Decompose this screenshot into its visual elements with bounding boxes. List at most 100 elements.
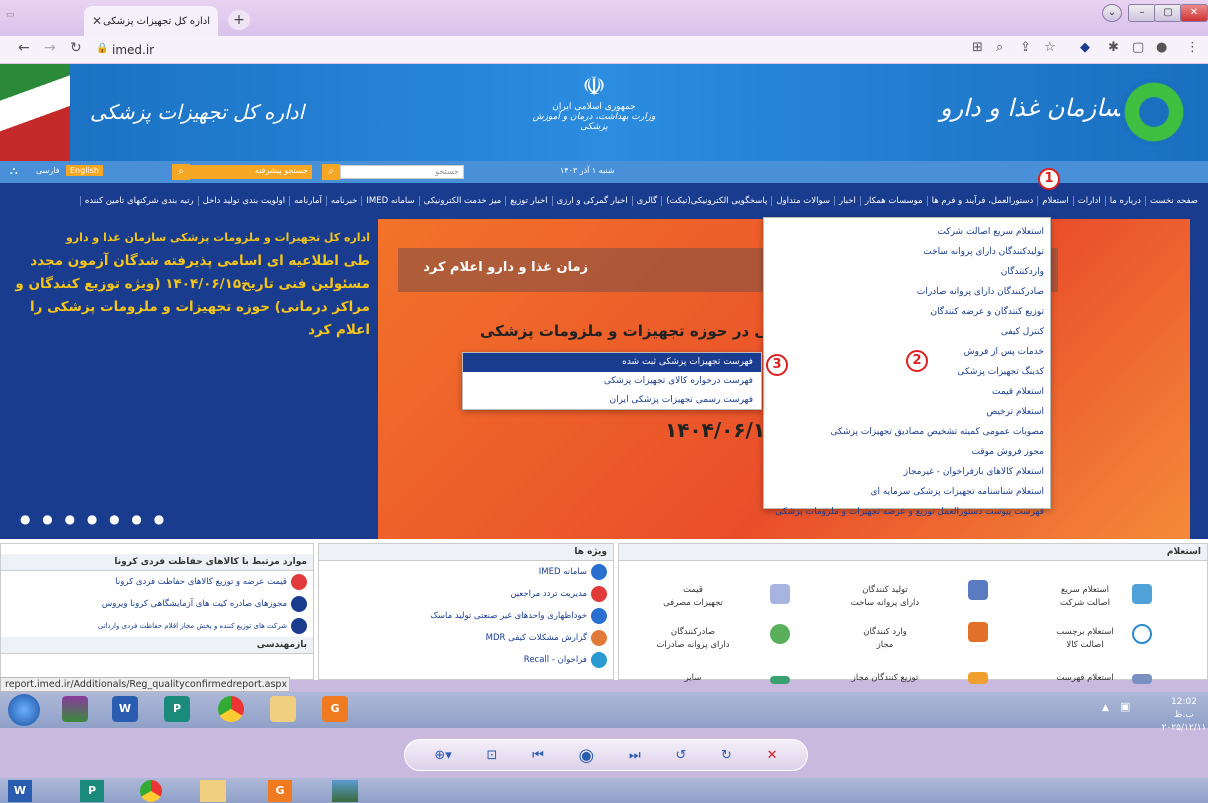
inquiry-cell[interactable]: استعلام فهرست (1040, 672, 1130, 685)
dropdown-item[interactable]: استعلام کالاهای بازفراخوان - غیرمجاز (770, 462, 1044, 482)
dropdown-item[interactable]: استعلام شناسنامه تجهیزات پزشکی سرمایه ای (770, 482, 1044, 502)
back-icon[interactable]: ← (18, 40, 30, 56)
explorer-icon[interactable] (270, 696, 296, 722)
search-input[interactable]: جستجو (340, 165, 464, 179)
menu-customs-news[interactable]: اخبار گمرکی و ارزی (551, 196, 632, 206)
browser-tab[interactable]: اداره کل تجهیزات پزشکی ✕ (84, 6, 218, 36)
photo-icon[interactable] (332, 780, 358, 802)
menu-gallery[interactable]: گالری (631, 196, 662, 206)
tab-list-button[interactable]: ⌄ (1102, 4, 1122, 22)
inquiry-cell[interactable]: تولید کنندگان دارای پروانه ساخت (840, 584, 930, 610)
winrar-icon[interactable] (62, 696, 88, 722)
menu-home[interactable]: صفحه نخست (1144, 196, 1202, 206)
publisher-icon[interactable]: P (164, 696, 190, 722)
menu-departments[interactable]: ادارات (1072, 196, 1105, 206)
menu-imed-system[interactable]: سامانه IMED (361, 196, 418, 206)
dropdown-item[interactable]: استعلام ترخیص (770, 402, 1044, 422)
menu-supplier-ranking[interactable]: رتبه بندی شرکتهای تامین کننده (79, 196, 198, 206)
delete-icon[interactable]: ✕ (767, 748, 778, 763)
advanced-search-button-icon[interactable]: ⌕ (172, 164, 190, 180)
submenu-registered-list[interactable]: فهرست تجهیزات پزشکی ثبت شده (463, 353, 761, 372)
forward-icon[interactable]: → (44, 40, 56, 56)
rotate-left-icon[interactable]: ↺ (675, 748, 686, 763)
menu-distribution-news[interactable]: اخبار توزیع (505, 196, 551, 206)
sitemap-icon[interactable]: ⛬ (10, 164, 18, 178)
rotate-right-icon[interactable]: ↻ (721, 748, 732, 763)
dropdown-item[interactable]: استعلام قیمت (770, 382, 1044, 402)
reload-icon[interactable]: ↻ (70, 40, 82, 56)
dropdown-item[interactable]: واردکنندگان (770, 262, 1044, 282)
snagit-icon[interactable]: G (268, 780, 292, 802)
puzzle-icon[interactable]: ✱ (1108, 40, 1119, 55)
special-item[interactable]: سامانه IMED (319, 561, 613, 583)
menu-instructions[interactable]: دستورالعمل، فرآیند و فرم ها (926, 196, 1038, 206)
close-window-button[interactable]: ✕ (1180, 4, 1208, 22)
slideshow-icon[interactable]: ◉ (579, 745, 595, 766)
minimize-button[interactable]: – (1128, 4, 1156, 22)
lang-fa-link[interactable]: فارسی (36, 166, 60, 175)
word-icon[interactable]: W (112, 696, 138, 722)
special-item[interactable]: فراخوان - Recall (319, 649, 613, 671)
dropdown-item[interactable]: مجوز فروش موقت (770, 442, 1044, 462)
extension-icon[interactable]: ◆ (1080, 40, 1090, 55)
url-input[interactable]: imed.ir (112, 40, 962, 60)
inquiry-cell[interactable]: صادرکنندگان دارای پروانه صادرات (648, 626, 738, 652)
fit-icon[interactable]: ⊡ (487, 748, 498, 763)
dropdown-item[interactable]: تولیدکنندگان دارای پروانه ساخت (770, 242, 1044, 262)
next-icon[interactable]: ⏭ (629, 748, 641, 763)
profile-icon[interactable]: ● (1156, 40, 1167, 55)
dropdown-item[interactable]: صادرکنندگان دارای پروانه صادرات (770, 282, 1044, 302)
menu-statistics[interactable]: آمارنامه (289, 196, 326, 206)
menu-faq[interactable]: سوالات متداول (771, 196, 834, 206)
inquiry-cell[interactable]: وارد کنندگان مجاز (840, 626, 930, 652)
lang-en-button[interactable]: English (66, 165, 103, 176)
browser-menu-icon[interactable]: ▭ (6, 10, 15, 20)
clock[interactable]: 12:02 ب.ظ ۲۰۲۵/۱۲/۱۱ (1160, 696, 1208, 735)
network-icon[interactable]: ▣ (1120, 700, 1130, 713)
headline-body[interactable]: طی اطلاعیه ای اسامی پذیرفته شدگان آزمون … (8, 250, 370, 342)
corona-item[interactable]: مجوزهای صادره کیت های آزمایشگاهی کرونا و… (1, 593, 313, 615)
headline-title[interactable]: اداره کل تجهیزات و ملزومات پزشکی سازمان … (8, 231, 370, 244)
dropdown-item[interactable]: کنترل کیفی (770, 322, 1044, 342)
menu-service-desk[interactable]: میز خدمت الکترونیکی (418, 196, 506, 206)
special-item[interactable]: مدیریت تردد مراجعین (319, 583, 613, 605)
tray-up-icon[interactable]: ▲ (1102, 703, 1109, 713)
menu-about[interactable]: درباره ما (1104, 196, 1145, 206)
zoom-icon[interactable]: ⌕ (996, 40, 1003, 55)
submenu-official-list[interactable]: فهرست رسمی تجهیزات پزشکی ایران (463, 391, 761, 410)
inquiry-cell[interactable]: استعلام برچسب اصالت کالا (1040, 626, 1130, 652)
snagit-icon[interactable]: G (322, 696, 348, 722)
menu-domestic-priority[interactable]: اولویت بندی تولید داخل (197, 196, 290, 206)
dropdown-item[interactable]: استعلام سریع اصالت شرکت (770, 222, 1044, 242)
zoom-icon[interactable]: ⊕▾ (434, 748, 451, 763)
inquiry-cell[interactable]: سایر (648, 672, 738, 685)
explorer-icon[interactable] (200, 780, 226, 802)
menu-inquiry[interactable]: استعلام (1037, 196, 1072, 206)
bookmark-star-icon[interactable]: ☆ (1044, 40, 1056, 55)
slider-dots[interactable]: ● ● ● ● ● ● ● (20, 512, 168, 526)
menu-partners[interactable]: موسسات همکار (859, 196, 927, 206)
menu-kebab-icon[interactable]: ⋮ (1186, 40, 1199, 55)
search-button-icon[interactable]: ⌕ (322, 164, 340, 180)
start-button[interactable] (8, 694, 40, 726)
dropdown-item[interactable]: توزیع کنندگان و عرضه کنندگان (770, 302, 1044, 322)
menu-newsletter[interactable]: خبرنامه (325, 196, 362, 206)
chrome-icon[interactable] (218, 696, 244, 722)
sidepanel-icon[interactable]: ▢ (1132, 40, 1144, 55)
corona-item[interactable]: شرکت های توزیع کننده و پخش مجاز اقلام حف… (1, 615, 313, 637)
share-icon[interactable]: ⇪ (1020, 40, 1031, 55)
new-tab-button[interactable]: + (228, 10, 250, 30)
corona-item[interactable]: قیمت عرضه و توزیع کالاهای حفاظت فردی کرو… (1, 571, 313, 593)
menu-ticket[interactable]: پاسخگویی الکترونیکی(تیکت) (661, 196, 771, 206)
word-icon[interactable]: W (8, 780, 32, 802)
dropdown-item[interactable]: فهرست پیوست دستورالعمل توزیع و عرضه تجهی… (770, 502, 1044, 522)
inquiry-cell[interactable]: قیمت تجهیزات مصرفی (648, 584, 738, 610)
special-item[interactable]: خوداظهاری واحدهای غیر صنعتی تولید ماسک (319, 605, 613, 627)
chrome-icon[interactable] (140, 780, 162, 802)
translate-icon[interactable]: ⊞ (972, 40, 983, 55)
menu-news[interactable]: اخبار (833, 196, 860, 206)
special-item[interactable]: گزارش مشکلات کیفی MDR (319, 627, 613, 649)
publisher-icon[interactable]: P (80, 780, 104, 802)
submenu-request-list[interactable]: فهرست درخواره کالای تجهیزات پزشکی (463, 372, 761, 391)
ifda-logo[interactable] (1120, 78, 1188, 146)
